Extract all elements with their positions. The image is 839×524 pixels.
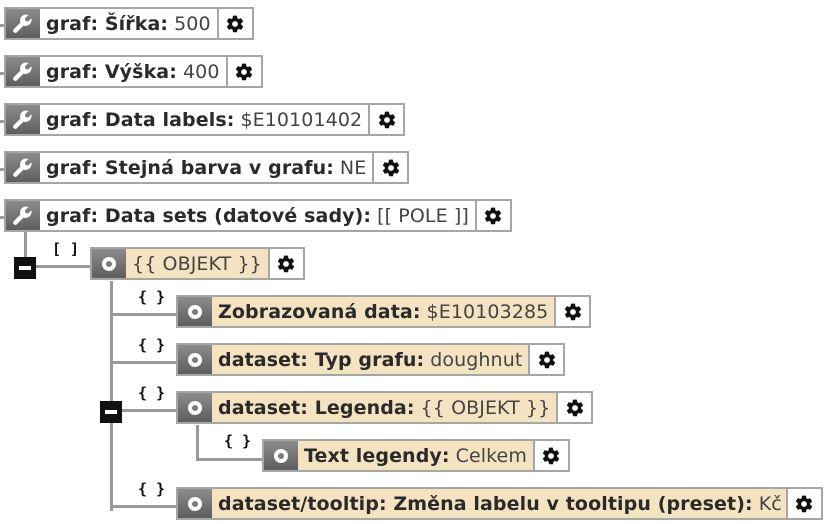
settings-gear-button[interactable]	[532, 441, 568, 470]
child-property-node[interactable]: dataset: Typ grafu: doughnut	[176, 343, 566, 376]
property-key: Zobrazovaná data:	[218, 300, 421, 323]
settings-gear-button[interactable]	[528, 345, 564, 374]
gear-icon	[543, 447, 560, 464]
grandchild-property-node[interactable]: Text legendy: Celkem	[262, 439, 570, 472]
circle-dot-icon	[264, 441, 298, 470]
settings-gear-button[interactable]	[368, 105, 404, 134]
connector-line	[110, 313, 178, 316]
gear-icon	[566, 399, 584, 416]
object-marker: { }	[138, 384, 166, 402]
minus-icon	[19, 266, 31, 270]
connector-line	[196, 425, 199, 461]
property-key: graf: Šířka:	[46, 12, 169, 35]
property-value: Celkem	[455, 444, 527, 467]
property-key: graf: Stejná barva v grafu:	[46, 156, 334, 179]
gear-icon	[538, 351, 556, 368]
circle-dot-icon	[178, 345, 212, 374]
settings-gear-button[interactable]	[225, 57, 261, 86]
object-marker: { }	[138, 288, 166, 306]
property-value: {{ OBJEKT }}	[420, 396, 551, 419]
property-node[interactable]: graf: Data sets (datové sady):[[ POLE ]]	[4, 199, 512, 232]
gear-icon	[235, 63, 253, 80]
wrench-icon	[6, 153, 40, 182]
property-key: graf: Výška:	[46, 60, 177, 83]
gear-icon	[485, 207, 502, 224]
settings-gear-button[interactable]	[554, 297, 590, 326]
circle-dot-icon	[92, 249, 126, 278]
child-property-node[interactable]: dataset: Legenda:{{ OBJEKT }}	[176, 391, 594, 424]
property-node[interactable]: graf: Data labels: $E10101402	[4, 103, 406, 136]
settings-gear-button[interactable]	[785, 489, 821, 518]
object-marker: { }	[224, 432, 252, 450]
property-value: doughnut	[430, 348, 523, 371]
wrench-icon	[6, 57, 40, 86]
circle-dot-icon	[178, 297, 212, 326]
child-property-node[interactable]: Zobrazovaná data: $E10103285	[176, 295, 592, 328]
wrench-icon	[6, 105, 40, 134]
object-node[interactable]: {{ OBJEKT }}	[90, 247, 305, 280]
property-key: graf: Data labels:	[46, 108, 235, 131]
array-marker: [ ]	[52, 240, 80, 258]
gear-icon	[382, 159, 399, 176]
wrench-icon	[6, 201, 40, 230]
gear-icon	[378, 111, 395, 128]
connector-line	[110, 361, 178, 364]
settings-gear-button[interactable]	[556, 393, 592, 422]
gear-icon	[564, 303, 581, 320]
object-marker: { }	[138, 480, 166, 498]
property-key: graf: Data sets (datové sady):	[46, 204, 372, 227]
minus-icon	[105, 410, 117, 414]
property-key: dataset: Typ grafu:	[218, 348, 425, 371]
gear-icon	[227, 15, 244, 32]
wrench-icon	[6, 9, 40, 38]
circle-dot-icon	[178, 393, 212, 422]
property-value: $E10101402	[240, 108, 363, 131]
object-marker: { }	[138, 336, 166, 354]
settings-gear-button[interactable]	[216, 9, 252, 38]
object-value: {{ OBJEKT }}	[132, 252, 262, 275]
connector-line	[110, 505, 178, 508]
property-key: dataset/tooltip: Změna labelu v tooltipu…	[218, 492, 753, 515]
property-key: Text legendy:	[304, 444, 450, 467]
property-key: dataset: Legenda:	[218, 396, 415, 419]
circle-dot-icon	[178, 489, 212, 518]
settings-gear-button[interactable]	[474, 201, 510, 230]
property-value: [[ POLE ]]	[377, 204, 469, 227]
property-node[interactable]: graf: Šířka: 500	[4, 7, 254, 40]
settings-gear-button[interactable]	[267, 249, 303, 278]
child-property-node[interactable]: dataset/tooltip: Změna labelu v tooltipu…	[176, 487, 823, 520]
collapse-toggle[interactable]	[100, 401, 122, 423]
property-value: 500	[174, 12, 211, 35]
property-value: $E10103285	[426, 300, 549, 323]
property-value: NE	[339, 156, 367, 179]
property-node[interactable]: graf: Výška: 400	[4, 55, 263, 88]
settings-gear-button[interactable]	[372, 153, 408, 182]
gear-icon	[796, 495, 813, 512]
property-value: 400	[182, 60, 220, 83]
connector-line	[196, 458, 264, 461]
collapse-toggle[interactable]	[14, 257, 36, 279]
property-node[interactable]: graf: Stejná barva v grafu: NE	[4, 151, 410, 184]
gear-icon	[278, 255, 295, 272]
property-value: Kč	[758, 492, 782, 515]
